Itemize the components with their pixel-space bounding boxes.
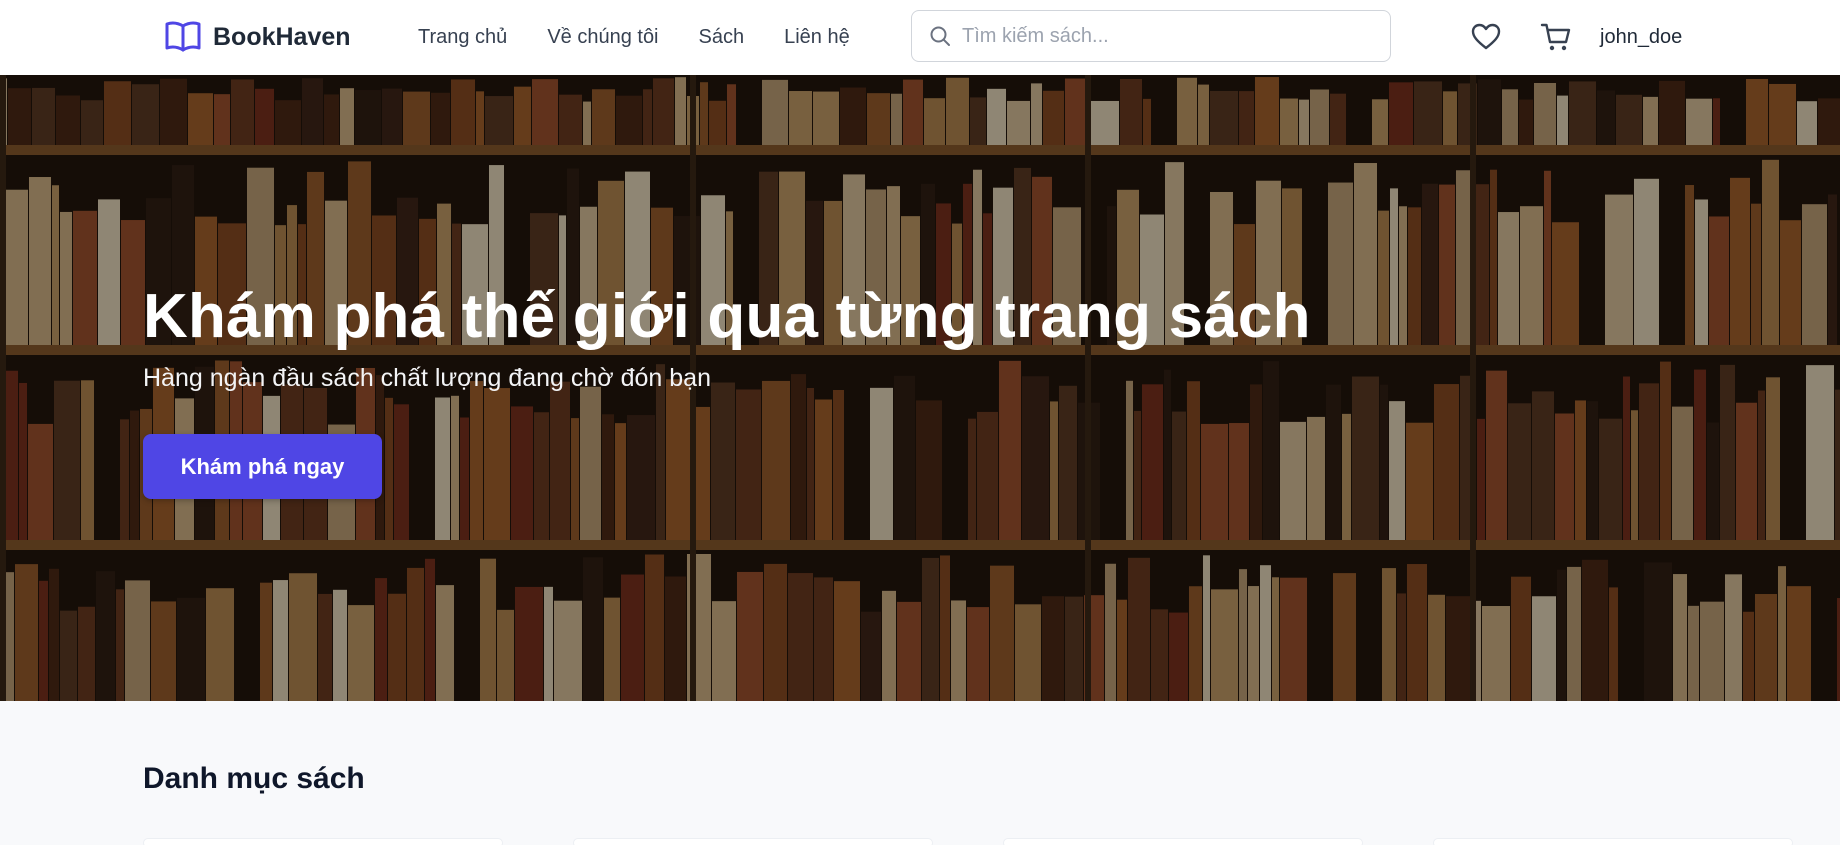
category-card[interactable] xyxy=(143,838,503,845)
category-card[interactable] xyxy=(573,838,933,845)
category-card[interactable] xyxy=(1433,838,1793,845)
cart-icon[interactable] xyxy=(1540,21,1572,53)
search-box xyxy=(911,10,1391,62)
categories-heading: Danh mục sách xyxy=(143,762,365,795)
nav-link-contact[interactable]: Liên hệ xyxy=(784,26,850,49)
search-icon xyxy=(930,26,950,46)
category-card[interactable] xyxy=(1003,838,1363,845)
brand-logo[interactable]: BookHaven xyxy=(163,18,351,56)
main-nav: Trang chủ Về chúng tôi Sách Liên hệ xyxy=(418,0,890,75)
heart-icon[interactable] xyxy=(1470,21,1502,53)
explore-now-button[interactable]: Khám phá ngay xyxy=(143,434,382,499)
hero-subtitle: Hàng ngàn đầu sách chất lượng đang chờ đ… xyxy=(143,364,711,392)
nav-link-books[interactable]: Sách xyxy=(699,26,745,49)
top-navbar: BookHaven Trang chủ Về chúng tôi Sách Li… xyxy=(0,0,1840,75)
brand-name: BookHaven xyxy=(213,22,351,51)
hero-title: Khám phá thế giới qua từng trang sách xyxy=(143,282,1311,351)
search-input[interactable] xyxy=(952,11,1390,61)
hero-banner: Khám phá thế giới qua từng trang sách Hà… xyxy=(0,75,1840,701)
user-menu[interactable]: john_doe xyxy=(1600,0,1682,75)
nav-link-about[interactable]: Về chúng tôi xyxy=(547,26,658,49)
open-book-icon xyxy=(165,21,201,52)
nav-link-home[interactable]: Trang chủ xyxy=(418,26,507,49)
